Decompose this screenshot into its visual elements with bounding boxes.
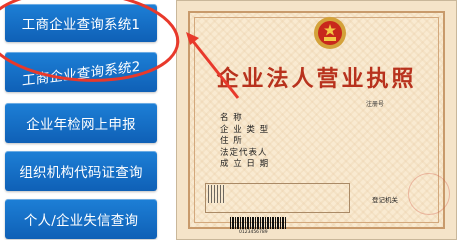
official-seal [408, 173, 450, 215]
menu-item-label: 企业年检网上申报 [26, 117, 136, 133]
license-field: 成 立 日 期 [220, 159, 270, 169]
registration-number-label: 注册号 [366, 101, 385, 108]
issuing-authority-label: 登记机关 [372, 196, 398, 204]
menu-item-label: 工商企业查询系统1 [21, 17, 141, 33]
barcode-icon [230, 217, 286, 229]
menu-item-org-code-query[interactable]: 组织机构代码证查询 [5, 151, 157, 191]
menu-item-label: 工商企业查询系统2 [21, 58, 141, 90]
license-field: 法定代表人 [220, 147, 268, 158]
license-fields: 名 称 企 业 类 型 住 所 法定代表人 成 立 日 期 [220, 113, 286, 171]
qr-code-icon [208, 185, 226, 203]
menu-item-label: 组织机构代码证查询 [19, 165, 143, 181]
national-emblem-icon [314, 17, 346, 49]
fine-print-box [205, 183, 350, 213]
barcode-number: 0123456789 [239, 230, 268, 235]
license-field: 企 业 类 型 [220, 124, 270, 135]
license-frame: 企业法人营业执照 注册号 名 称 企 业 类 型 住 所 法定代表人 成 立 日… [188, 11, 450, 235]
business-license-image: 企业法人营业执照 注册号 名 称 企 业 类 型 住 所 法定代表人 成 立 日… [176, 0, 457, 240]
menu-item-enterprise-query-1[interactable]: 工商企业查询系统1 [5, 4, 157, 42]
menu-item-enterprise-query-2[interactable]: 工商企业查询系统2 [5, 52, 157, 92]
license-field: 住 所 [220, 136, 243, 146]
license-field: 名 称 [220, 113, 243, 123]
menu-item-label: 个人/企业失信查询 [23, 213, 139, 229]
license-title: 企业法人营业执照 [216, 66, 417, 92]
menu-item-annual-report[interactable]: 企业年检网上申报 [5, 103, 157, 143]
menu-item-credit-query[interactable]: 个人/企业失信查询 [5, 199, 157, 239]
